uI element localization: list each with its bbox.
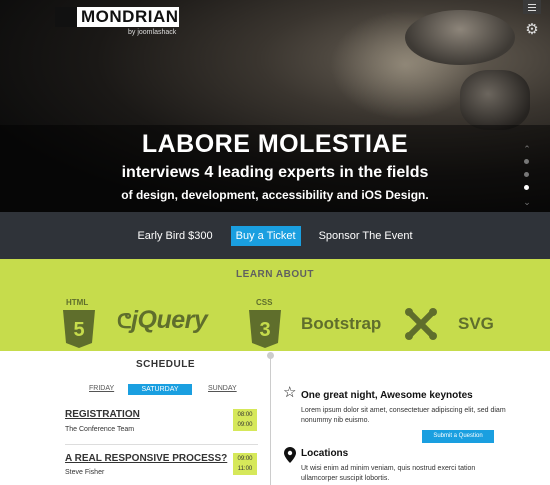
event-speaker: The Conference Team	[65, 426, 135, 433]
locations-title: Locations	[301, 448, 349, 459]
chevron-up-icon[interactable]: ⌃	[522, 145, 532, 154]
gear-icon[interactable]: ⚙	[523, 21, 541, 39]
css3-number: 3	[259, 319, 270, 341]
schedule-divider	[65, 444, 258, 445]
learn-about-section: LEARN ABOUT HTML 5 ᕦjQuery CSS 3 Bootstr…	[0, 259, 550, 351]
jquery-label: jQuery	[131, 306, 208, 334]
tab-sunday[interactable]: SUNDAY	[208, 385, 237, 392]
event-start: 09:00	[237, 456, 253, 462]
slide-indicator: ⌃ ⌄	[522, 145, 532, 207]
hero-subtitle: interviews 4 leading experts in the fiel…	[121, 164, 429, 181]
schedule-title: SCHEDULE	[136, 359, 196, 370]
locations-text: Ut wisi enim ad minim veniam, quis nostr…	[301, 465, 476, 482]
event-time: 08:00 09:00	[233, 409, 257, 431]
joomla-icon	[405, 308, 437, 340]
menu-icon	[528, 3, 536, 5]
slide-dot[interactable]	[524, 159, 529, 164]
jquery-logo: ᕦjQuery	[117, 306, 208, 335]
event-end: 09:00	[237, 422, 253, 428]
event-time: 09:00 11:00	[233, 453, 257, 475]
event-start: 08:00	[237, 412, 253, 418]
tab-friday[interactable]: FRIDAY	[89, 385, 114, 392]
sponsor-link[interactable]: Sponsor The Event	[319, 230, 413, 242]
logo-subtitle: by joomlashack	[128, 29, 177, 36]
ticket-bar: Early Bird $300 Buy a Ticket Sponsor The…	[0, 212, 550, 259]
slide-dot[interactable]	[524, 172, 529, 177]
timeline-line	[270, 357, 271, 485]
bootstrap-label: Bootstrap	[301, 314, 382, 333]
logo-text: MONDRIAN	[81, 7, 179, 26]
event-title[interactable]: A REAL RESPONSIVE PROCESS?	[65, 453, 227, 464]
event-end: 11:00	[237, 466, 253, 472]
tab-saturday[interactable]: SATURDAY	[128, 384, 192, 395]
buy-ticket-button[interactable]: Buy a Ticket	[230, 225, 301, 246]
css3-label: CSS	[256, 298, 273, 307]
timeline-dot	[267, 352, 274, 359]
hero-subtitle-2: of design, development, accessibility an…	[121, 188, 429, 202]
early-bird-link[interactable]: Early Bird $300	[137, 230, 212, 242]
event-speaker: Steve Fisher	[65, 469, 105, 476]
html5-shield-icon: 5	[63, 310, 95, 348]
keynote-title: One great night, Awesome keynotes	[301, 390, 473, 401]
html5-label: HTML	[66, 298, 89, 307]
learn-about-title: LEARN ABOUT	[236, 269, 314, 280]
submit-question-button[interactable]: Submit a Question	[422, 430, 494, 443]
css3-shield-icon: 3	[249, 310, 281, 348]
star-icon: ☆	[283, 384, 297, 401]
menu-button[interactable]	[523, 0, 541, 14]
keynote-text: Lorem ipsum dolor sit amet, consectetuer…	[301, 407, 506, 424]
event-title[interactable]: REGISTRATION	[65, 409, 140, 420]
svg-label: SVG	[458, 314, 494, 333]
chevron-down-icon[interactable]: ⌄	[522, 198, 532, 207]
logo[interactable]: MONDRIAN	[55, 7, 179, 27]
hero-image-knob-secondary	[460, 70, 530, 130]
hero-image-knob	[405, 10, 515, 65]
slide-dot-active[interactable]	[524, 185, 529, 190]
map-pin-icon	[284, 447, 296, 463]
hero-title: LABORE MOLESTIAE	[141, 130, 409, 158]
jquery-swirl-icon: ᕦ	[117, 311, 132, 333]
html5-number: 5	[73, 319, 84, 341]
